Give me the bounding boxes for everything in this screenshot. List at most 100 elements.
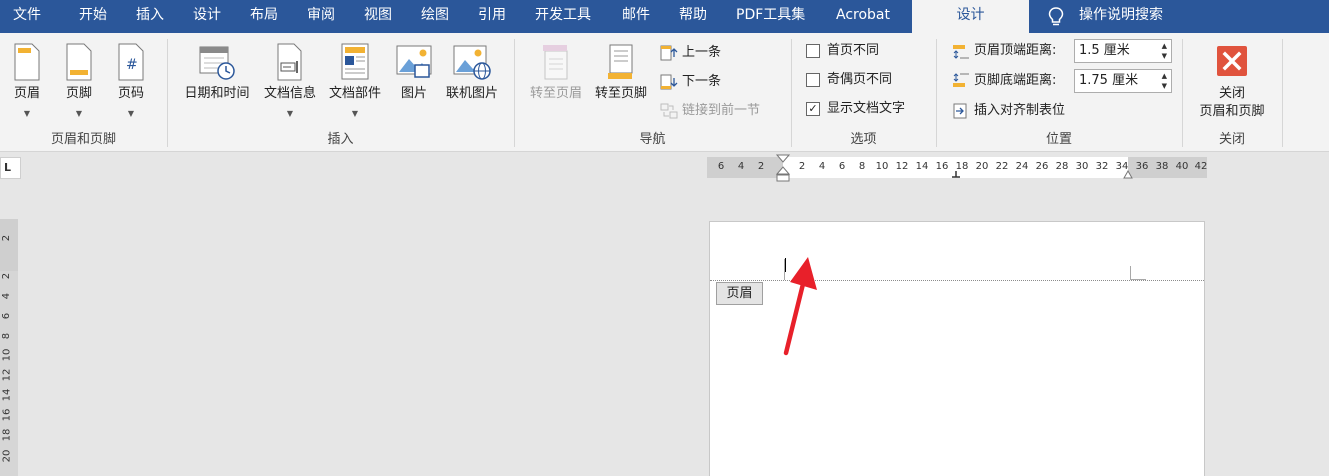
alignment-tab-icon (953, 103, 967, 119)
ruler-tick-label: 28 (1055, 161, 1069, 172)
ruler-tick-label: 14 (1, 388, 13, 402)
goto-header-icon (543, 45, 568, 80)
tab-home[interactable]: 开始 (79, 0, 107, 33)
ruler-tick-label: 6 (1, 312, 13, 320)
document-info-button[interactable]: 文档信息 ▼ (258, 41, 322, 121)
previous-icon (660, 45, 678, 61)
goto-footer-label: 转至页脚 (594, 86, 647, 101)
ruler-tick-label: 6 (838, 161, 846, 172)
ruler-tick-label: 20 (975, 161, 989, 172)
spin-down-icon[interactable]: ▼ (1162, 52, 1167, 61)
ruler-tick-label: 16 (1, 408, 13, 422)
tab-design[interactable]: 设计 (193, 0, 221, 33)
footer-bottom-distance-spinner[interactable]: 1.75 厘米 ▲ ▼ (1074, 69, 1172, 93)
footer-button[interactable]: 页脚 ▼ (56, 41, 102, 121)
link-to-previous-button[interactable]: 链接到前一节 (660, 101, 780, 121)
different-first-page-checkbox[interactable]: 首页不同 (806, 41, 916, 61)
footer-bottom-distance-icon (953, 73, 969, 87)
group-label-header-footer: 页眉和页脚 (50, 132, 116, 147)
ruler-tick-label: 40 (1175, 161, 1189, 172)
spin-up-icon[interactable]: ▲ (1162, 72, 1167, 81)
picture-label: 图片 (400, 86, 427, 101)
ruler-tick-label: 14 (915, 161, 929, 172)
insert-alignment-tab-label: 插入对齐制表位 (974, 103, 1066, 118)
ruler-tick-label: 24 (1015, 161, 1029, 172)
chevron-down-icon: ▼ (23, 109, 31, 118)
header-button[interactable]: 页眉 ▼ (4, 41, 50, 121)
online-picture-label: 联机图片 (445, 86, 498, 101)
tab-mailings[interactable]: 邮件 (622, 0, 650, 33)
header-top-distance-icon (953, 45, 969, 59)
tab-developer[interactable]: 开发工具 (535, 0, 591, 33)
tab-header-footer-design[interactable]: 设计 (912, 0, 1029, 33)
footer-icon (66, 43, 92, 81)
ruler-tick-label: 4 (1, 292, 13, 300)
online-picture-button[interactable]: 联机图片 (440, 41, 504, 121)
previous-label: 上一条 (682, 45, 722, 60)
group-label-position: 位置 (1045, 132, 1072, 147)
page-number-button[interactable]: # 页码 ▼ (108, 41, 154, 121)
tab-help[interactable]: 帮助 (679, 0, 707, 33)
insert-alignment-tab-button[interactable]: 插入对齐制表位 (952, 101, 1092, 121)
tab-pdf-tools[interactable]: PDF工具集 (736, 0, 805, 33)
show-document-text-checkbox[interactable]: ✓ 显示文档文字 (806, 99, 928, 119)
vertical-ruler[interactable]: 2 2 4 6 8 10 12 14 16 18 20 (0, 219, 18, 476)
header-top-distance-spinner[interactable]: 1.5 厘米 ▲ ▼ (1074, 39, 1172, 63)
tell-me-search[interactable]: 操作说明搜索 (1040, 0, 1240, 33)
spin-down-icon[interactable]: ▼ (1162, 82, 1167, 91)
ruler-tick-label: 30 (1075, 161, 1089, 172)
quick-parts-button[interactable]: 文档部件 ▼ (323, 41, 387, 121)
right-indent-marker-icon[interactable] (1123, 169, 1133, 179)
quick-parts-label: 文档部件 (328, 86, 381, 101)
online-picture-icon (453, 45, 491, 80)
goto-footer-button[interactable]: 转至页脚 (589, 41, 653, 121)
spin-up-icon[interactable]: ▲ (1162, 42, 1167, 51)
ribbon: 页眉 ▼ 页脚 ▼ # 页码 ▼ 页眉和页脚 日期和时间 文档信息 ▼ 文档部件… (0, 33, 1329, 152)
date-time-button[interactable]: 日期和时间 (178, 41, 256, 121)
ruler-tick-label: 2 (798, 161, 806, 172)
indent-marker-icon[interactable] (776, 154, 790, 184)
tab-draw[interactable]: 绘图 (421, 0, 449, 33)
tell-me-label: 操作说明搜索 (1079, 7, 1163, 23)
footer-bottom-distance-value[interactable]: 1.75 厘米 (1079, 72, 1138, 90)
close-header-footer-button[interactable]: 关闭 页眉和页脚 (1190, 41, 1274, 129)
goto-header-button[interactable]: 转至页眉 (524, 41, 588, 121)
chevron-down-icon: ▼ (351, 109, 359, 118)
tab-layout[interactable]: 布局 (250, 0, 278, 33)
header-icon (14, 43, 40, 81)
ruler-tick-label: 22 (995, 161, 1009, 172)
center-tab-stop-icon[interactable] (951, 171, 961, 179)
ruler-tick-label: 12 (1, 368, 13, 382)
horizontal-ruler[interactable]: 6 4 2 2 4 6 8 10 12 14 16 18 20 22 24 26… (707, 154, 1207, 182)
checkbox-box (806, 73, 820, 87)
tab-selector[interactable]: L (0, 157, 21, 179)
header-top-distance-row: 页眉顶端距离: 1.5 厘米 ▲ ▼ (952, 39, 1174, 63)
group-label-insert: 插入 (327, 132, 354, 147)
annotation-arrow-icon (783, 257, 817, 356)
group-label-options: 选项 (850, 132, 877, 147)
different-odd-even-checkbox[interactable]: 奇偶页不同 (806, 70, 916, 90)
tab-references[interactable]: 引用 (478, 0, 506, 33)
checkbox-box (806, 44, 820, 58)
tab-insert[interactable]: 插入 (136, 0, 164, 33)
chevron-down-icon: ▼ (286, 109, 294, 118)
ruler-tick-label: 26 (1035, 161, 1049, 172)
ruler-tick-label: 4 (737, 161, 745, 172)
link-to-previous-label: 链接到前一节 (682, 103, 761, 118)
tab-view[interactable]: 视图 (364, 0, 392, 33)
group-label-close: 关闭 (1218, 132, 1245, 147)
picture-button[interactable]: 图片 (393, 41, 435, 121)
ruler-tick-label: 20 (1, 449, 13, 463)
lightbulb-icon (1048, 7, 1064, 26)
tab-file[interactable]: 文件 (13, 0, 41, 33)
tab-review[interactable]: 审阅 (307, 0, 335, 33)
header-top-distance-value[interactable]: 1.5 厘米 (1079, 42, 1130, 60)
ruler-tick-label: 6 (717, 161, 725, 172)
ruler-tick-label: 18 (1, 428, 13, 442)
page-number-icon: # (118, 43, 144, 81)
next-button[interactable]: 下一条 (660, 72, 740, 92)
previous-button[interactable]: 上一条 (660, 43, 740, 63)
ruler-tick-label: 36 (1135, 161, 1149, 172)
document-info-label: 文档信息 (263, 86, 316, 101)
tab-acrobat[interactable]: Acrobat (836, 0, 890, 33)
